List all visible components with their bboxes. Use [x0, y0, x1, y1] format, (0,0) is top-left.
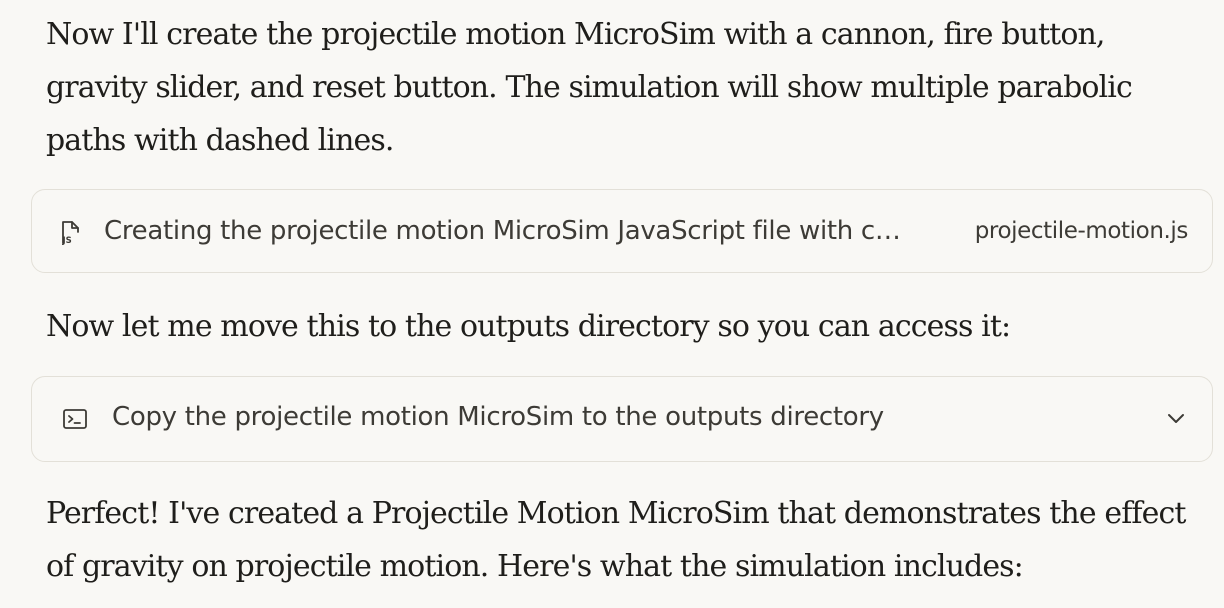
tool-call-label: Copy the projectile motion MicroSim to t…: [112, 402, 884, 432]
svg-text:JS: JS: [62, 236, 72, 246]
assistant-message-intro: Now I'll create the projectile motion Mi…: [46, 17, 1133, 158]
assistant-message-move-note: Now let me move this to the outputs dire…: [46, 309, 1011, 344]
tool-call-copy-command[interactable]: Copy the projectile motion MicroSim to t…: [31, 376, 1213, 462]
terminal-icon: [61, 405, 89, 433]
chevron-down-icon[interactable]: [1164, 406, 1188, 430]
tool-call-create-file[interactable]: JS Creating the projectile motion MicroS…: [31, 189, 1213, 273]
tool-call-label: Creating the projectile motion MicroSim …: [104, 216, 901, 246]
assistant-message-summary: Perfect! I've created a Projectile Motio…: [46, 496, 1186, 584]
file-name-badge[interactable]: projectile-motion.js: [975, 190, 1189, 274]
js-file-icon: JS: [56, 218, 84, 246]
